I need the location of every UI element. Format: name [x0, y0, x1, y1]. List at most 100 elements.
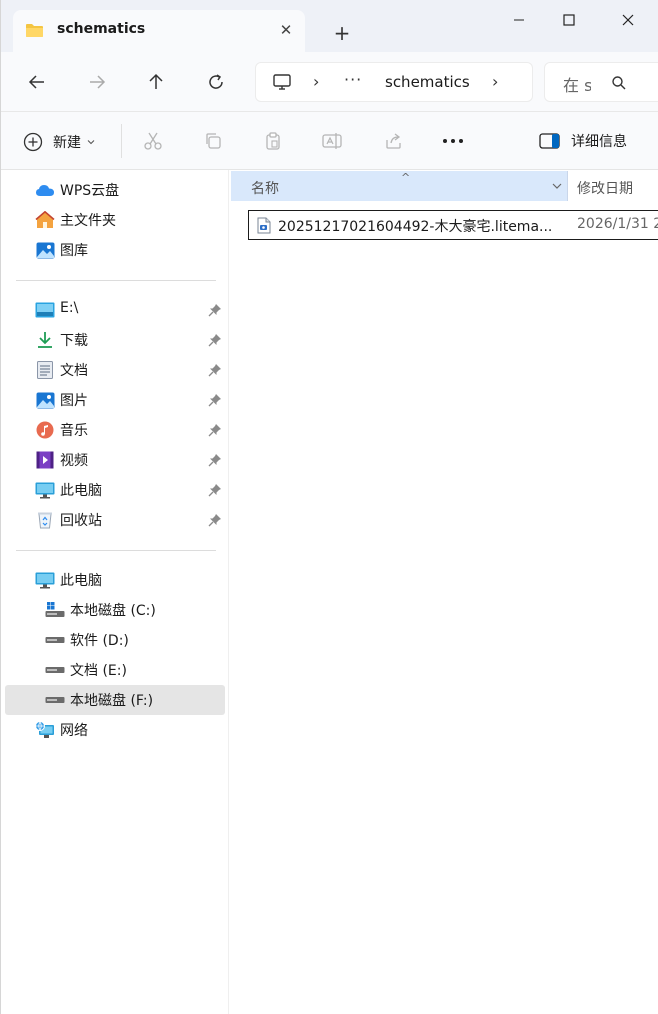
- pin-icon[interactable]: [208, 423, 222, 437]
- column-header-date[interactable]: 修改日期: [577, 178, 633, 198]
- minimize-button[interactable]: [501, 6, 537, 34]
- pin-icon[interactable]: [208, 483, 222, 497]
- close-window-button[interactable]: [610, 6, 646, 34]
- column-header-name[interactable]: ^ 名称: [231, 171, 568, 201]
- sidebar-item-wps-cloud[interactable]: WPS云盘: [5, 175, 225, 205]
- file-explorer-window: schematics ✕ + › ··· schematics › 在 s 新建…: [0, 0, 658, 1014]
- document-icon: [35, 361, 55, 379]
- tab-label: schematics: [57, 21, 146, 37]
- file-list: ^ 名称 修改日期 20251217021604492-木大豪宅.litema.…: [230, 170, 658, 1014]
- sidebar-item-this-pc[interactable]: 此电脑: [5, 565, 225, 595]
- sidebar-item-drive-e-pinned[interactable]: E:\: [5, 295, 225, 325]
- sidebar-item-label: 软件 (D:): [70, 633, 129, 649]
- sidebar-item-label: 主文件夹: [60, 213, 116, 229]
- sidebar-item-label: 文档: [60, 363, 88, 379]
- search-input[interactable]: 在 s: [544, 62, 658, 102]
- recycle-bin-icon: [35, 511, 55, 529]
- sidebar-item-label: 音乐: [60, 423, 88, 439]
- sidebar-item-documents[interactable]: 文档: [5, 355, 225, 385]
- sidebar-item-pictures[interactable]: 图片: [5, 385, 225, 415]
- table-row[interactable]: 20251217021604492-木大豪宅.litema... 2026/1/…: [248, 210, 658, 240]
- pin-icon[interactable]: [208, 393, 222, 407]
- computer-icon: [273, 74, 291, 90]
- arrow-up-icon: [149, 73, 163, 89]
- minimize-icon: [514, 19, 524, 21]
- sidebar-item-this-pc-pinned[interactable]: 此电脑: [5, 475, 225, 505]
- sidebar-item-gallery[interactable]: 图库: [5, 235, 225, 265]
- hard-drive-icon: [45, 631, 65, 649]
- sidebar-item-label: 网络: [60, 723, 88, 739]
- chevron-down-icon: [87, 140, 95, 145]
- arrow-left-icon: [28, 75, 44, 89]
- sidebar-item-label: 本地磁盘 (C:): [70, 603, 156, 619]
- sidebar-item-label: 此电脑: [60, 573, 102, 589]
- rename-icon: [322, 133, 342, 149]
- new-tab-button[interactable]: +: [329, 20, 355, 46]
- sidebar-divider: [16, 550, 216, 551]
- new-button-label: 新建: [53, 135, 81, 151]
- pin-icon[interactable]: [208, 303, 222, 317]
- pin-icon[interactable]: [208, 513, 222, 527]
- pin-icon[interactable]: [208, 333, 222, 347]
- sidebar-item-home[interactable]: 主文件夹: [5, 205, 225, 235]
- new-button[interactable]: 新建: [23, 130, 95, 154]
- refresh-button[interactable]: [200, 66, 232, 98]
- sidebar-item-label: 文档 (E:): [70, 663, 127, 679]
- video-icon: [35, 451, 55, 469]
- chevron-down-icon[interactable]: [551, 180, 563, 192]
- sidebar-item-drive-f[interactable]: 本地磁盘 (F:): [5, 685, 225, 715]
- details-pane-button[interactable]: 详细信息: [539, 131, 627, 151]
- toolbar-divider: [121, 124, 122, 158]
- breadcrumb-current[interactable]: schematics: [385, 73, 470, 91]
- sidebar-item-network[interactable]: 网络: [5, 715, 225, 745]
- sidebar-divider: [16, 280, 216, 281]
- navigation-bar: › ··· schematics › 在 s: [1, 52, 658, 112]
- more-options-button[interactable]: [441, 129, 465, 153]
- pin-icon[interactable]: [208, 453, 222, 467]
- maximize-icon: [563, 14, 575, 26]
- computer-icon: [35, 571, 55, 589]
- tab-schematics[interactable]: schematics ✕: [13, 10, 305, 52]
- copy-button[interactable]: [201, 129, 225, 153]
- sidebar-item-recycle-bin[interactable]: 回收站: [5, 505, 225, 535]
- back-button[interactable]: [21, 66, 53, 98]
- clipboard-icon: [266, 132, 280, 150]
- navigation-pane: WPS云盘 主文件夹 图库 E:\ 下载 文档 图片 音乐 视频 此电脑 回收站…: [1, 170, 229, 1014]
- file-icon: [257, 217, 271, 234]
- sidebar-item-music[interactable]: 音乐: [5, 415, 225, 445]
- music-icon: [35, 421, 55, 439]
- breadcrumb-separator-icon[interactable]: ›: [313, 72, 319, 91]
- pictures-icon: [35, 391, 55, 409]
- sidebar-item-label: WPS云盘: [60, 183, 120, 199]
- sort-ascending-icon: ^: [401, 171, 411, 184]
- address-bar[interactable]: › ··· schematics ›: [255, 62, 533, 102]
- sidebar-item-label: 下载: [60, 333, 88, 349]
- paste-button[interactable]: [261, 129, 285, 153]
- sidebar-item-label: E:\: [60, 300, 79, 316]
- share-button[interactable]: [382, 129, 406, 153]
- column-header-row: ^ 名称 修改日期: [230, 170, 658, 202]
- pin-icon[interactable]: [208, 363, 222, 377]
- cut-button[interactable]: [141, 129, 165, 153]
- download-icon: [35, 331, 55, 349]
- sidebar-item-drive-d[interactable]: 软件 (D:): [5, 625, 225, 655]
- rename-button[interactable]: [321, 129, 345, 153]
- forward-button[interactable]: [81, 66, 113, 98]
- sidebar-item-drive-c[interactable]: 本地磁盘 (C:): [5, 595, 225, 625]
- maximize-button[interactable]: [551, 6, 587, 34]
- share-icon: [386, 133, 401, 149]
- plus-circle-icon: [23, 132, 43, 152]
- up-button[interactable]: [140, 66, 172, 98]
- breadcrumb-overflow-button[interactable]: ···: [344, 70, 362, 89]
- gallery-icon: [35, 241, 55, 259]
- sidebar-item-label: 图片: [60, 393, 88, 409]
- file-modified-date: 2026/1/31 2: [577, 216, 658, 232]
- sidebar-item-videos[interactable]: 视频: [5, 445, 225, 475]
- search-placeholder: 在 s: [563, 76, 591, 95]
- tab-close-button[interactable]: ✕: [276, 20, 296, 40]
- sidebar-item-drive-e[interactable]: 文档 (E:): [5, 655, 225, 685]
- sidebar-item-label: 图库: [60, 243, 88, 259]
- sidebar-item-label: 视频: [60, 453, 88, 469]
- sidebar-item-downloads[interactable]: 下载: [5, 325, 225, 355]
- breadcrumb-separator-icon[interactable]: ›: [492, 72, 498, 91]
